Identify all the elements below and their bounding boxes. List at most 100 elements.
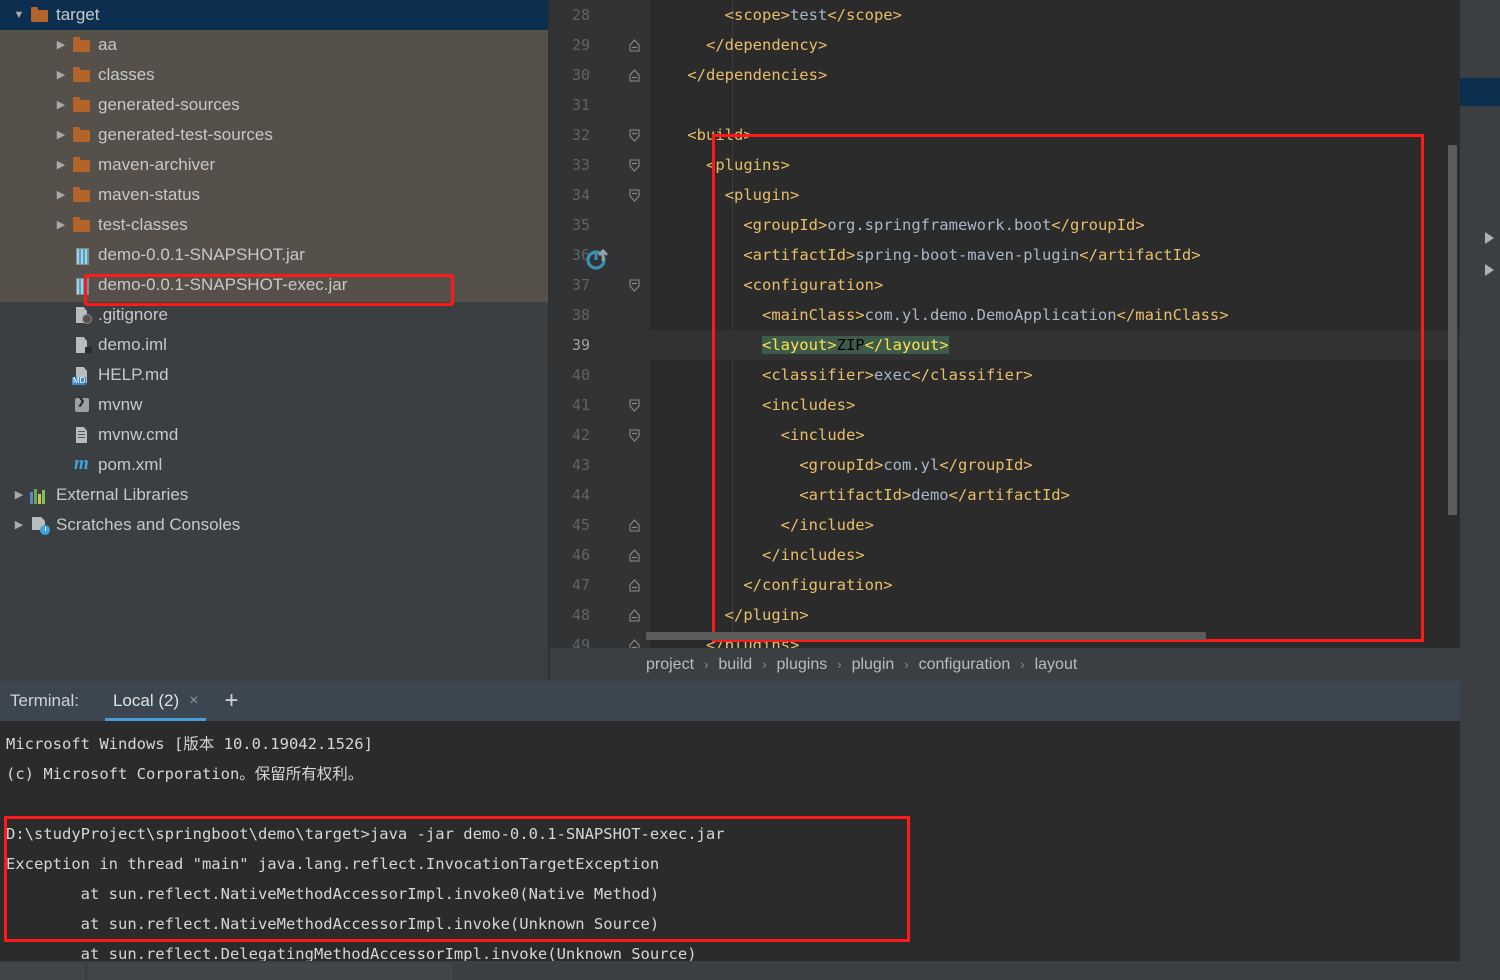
tree-item[interactable]: target (0, 0, 550, 30)
twisty-expanded-icon[interactable] (8, 10, 30, 21)
code-line[interactable]: 34 <plugin> (550, 180, 1460, 210)
fold-start-icon[interactable] (628, 399, 641, 412)
terminal-header[interactable]: Terminal: Local (2) × + (0, 681, 1460, 721)
line-number: 47 (571, 576, 590, 594)
tree-item-label: demo-0.0.1-SNAPSHOT.jar (98, 245, 305, 264)
code-line[interactable]: 36 <artifactId>spring-boot-maven-plugin<… (550, 240, 1460, 270)
breadcrumb-item[interactable]: layout (1035, 656, 1078, 674)
chevron-right-icon-top[interactable] (1485, 232, 1494, 244)
code-editor[interactable]: 28 <scope>test</scope> 29 </dependency> 30… (550, 0, 1460, 648)
tree-item[interactable]: maven-archiver (0, 150, 550, 180)
tree-item[interactable]: demo-0.0.1-SNAPSHOT-exec.jar (0, 270, 550, 300)
folder-icon (72, 216, 92, 234)
status-bar[interactable] (0, 963, 1500, 980)
code-line[interactable]: 32 <build> (550, 120, 1460, 150)
fold-end-icon[interactable] (628, 519, 641, 532)
tree-item[interactable]: generated-sources (0, 90, 550, 120)
code-line-text: <plugin> (650, 180, 800, 210)
folder-icon (72, 126, 92, 144)
code-token: <classifier> (761, 366, 874, 384)
code-line[interactable]: 40 <classifier>exec</classifier> (550, 360, 1460, 390)
twisty-collapsed-icon[interactable] (8, 490, 30, 501)
fold-start-icon[interactable] (628, 429, 641, 442)
close-icon[interactable]: × (189, 693, 198, 709)
code-token: com.yl (883, 456, 940, 474)
twisty-collapsed-icon[interactable] (50, 100, 72, 111)
fold-end-icon[interactable] (628, 549, 641, 562)
fold-end-icon[interactable] (628, 39, 641, 52)
tree-item[interactable]: .gitignore (0, 300, 550, 330)
code-line[interactable]: 30 </dependencies> (550, 60, 1460, 90)
twisty-collapsed-icon[interactable] (50, 40, 72, 51)
code-line[interactable]: 29 </dependency> (550, 30, 1460, 60)
tree-item[interactable]: Scratches and Consoles (0, 510, 550, 540)
code-line[interactable]: 42 <include> (550, 420, 1460, 450)
maven-reload-icon[interactable] (586, 248, 610, 270)
code-line[interactable]: 46 </includes> (550, 540, 1460, 570)
tree-item[interactable]: mvnw.cmd (0, 420, 550, 450)
code-line[interactable]: 45 </include> (550, 510, 1460, 540)
twisty-collapsed-icon[interactable] (50, 160, 72, 171)
breadcrumb-item[interactable]: build (718, 656, 752, 674)
twisty-collapsed-icon[interactable] (50, 220, 72, 231)
fold-end-icon[interactable] (628, 639, 641, 648)
ide-window: target aa classes generated-sources generate… (0, 0, 1500, 980)
fold-start-icon[interactable] (628, 159, 641, 172)
status-bar-left-segment[interactable] (0, 963, 85, 980)
project-tree-list[interactable]: target aa classes generated-sources generate… (0, 0, 550, 540)
terminal-output[interactable]: Microsoft Windows [版本 10.0.19042.1526] (c… (0, 721, 1460, 961)
tree-item[interactable]: maven-status (0, 180, 550, 210)
right-strip-active-band[interactable] (1460, 78, 1500, 106)
twisty-collapsed-icon[interactable] (50, 130, 72, 141)
code-line[interactable]: 47 </configuration> (550, 570, 1460, 600)
code-line[interactable]: 35 <groupId>org.springframework.boot</gr… (550, 210, 1460, 240)
code-line[interactable]: 48 </plugin> (550, 600, 1460, 630)
tree-item[interactable]: test-classes (0, 210, 550, 240)
code-line[interactable]: 41 <includes> (550, 390, 1460, 420)
terminal-tab-local[interactable]: Local (2) × (104, 681, 207, 721)
add-terminal-icon[interactable]: + (224, 689, 238, 713)
tree-item[interactable]: mvnw (0, 390, 550, 420)
code-token: <artifactId> (743, 246, 856, 264)
code-token: <scope> (724, 6, 790, 24)
editor-horizontal-scrollbar[interactable] (646, 632, 1206, 640)
tree-item[interactable]: pom.xml (0, 450, 550, 480)
fold-start-icon[interactable] (628, 189, 641, 202)
tree-item[interactable]: generated-test-sources (0, 120, 550, 150)
breadcrumb-item[interactable]: configuration (919, 656, 1011, 674)
code-line[interactable]: 44 <artifactId>demo</artifactId> (550, 480, 1460, 510)
breadcrumb-item[interactable]: plugin (852, 656, 895, 674)
code-line[interactable]: 38 <mainClass>com.yl.demo.DemoApplicatio… (550, 300, 1460, 330)
code-line[interactable]: 43 <groupId>com.yl</groupId> (550, 450, 1460, 480)
editor-code-area[interactable]: 28 <scope>test</scope> 29 </dependency> 30… (550, 0, 1460, 648)
code-line[interactable]: 37 <configuration> (550, 270, 1460, 300)
twisty-collapsed-icon[interactable] (50, 190, 72, 201)
tree-item[interactable]: demo-0.0.1-SNAPSHOT.jar (0, 240, 550, 270)
code-line[interactable]: 28 <scope>test</scope> (550, 0, 1460, 30)
code-line[interactable]: 31 (550, 90, 1460, 120)
chevron-right-icon-bottom[interactable] (1485, 264, 1494, 276)
right-tool-strip[interactable] (1460, 0, 1500, 965)
project-tool-window[interactable]: target aa classes generated-sources generate… (0, 0, 550, 680)
breadcrumb-item[interactable]: plugins (777, 656, 828, 674)
editor-vertical-scrollbar[interactable] (1448, 145, 1457, 515)
status-bar-mid-segment[interactable] (88, 963, 453, 980)
breadcrumb-item[interactable]: project (646, 656, 694, 674)
twisty-collapsed-icon[interactable] (8, 520, 30, 531)
status-bar-right-segment[interactable] (456, 963, 1500, 980)
tree-item[interactable]: aa (0, 30, 550, 60)
tree-item[interactable]: External Libraries (0, 480, 550, 510)
tree-item[interactable]: demo.iml (0, 330, 550, 360)
fold-end-icon[interactable] (628, 579, 641, 592)
tree-item[interactable]: MD HELP.md (0, 360, 550, 390)
fold-end-icon[interactable] (628, 609, 641, 622)
twisty-collapsed-icon[interactable] (50, 70, 72, 81)
tree-item[interactable]: classes (0, 60, 550, 90)
code-line[interactable]: 39 <layout>ZIP</layout> (550, 330, 1460, 360)
fold-start-icon[interactable] (628, 279, 641, 292)
breadcrumb[interactable]: project › build › plugins › plugin › configurati… (550, 648, 1460, 681)
shell-script-icon (72, 396, 92, 414)
fold-start-icon[interactable] (628, 129, 641, 142)
code-line[interactable]: 33 <plugins> (550, 150, 1460, 180)
fold-end-icon[interactable] (628, 69, 641, 82)
